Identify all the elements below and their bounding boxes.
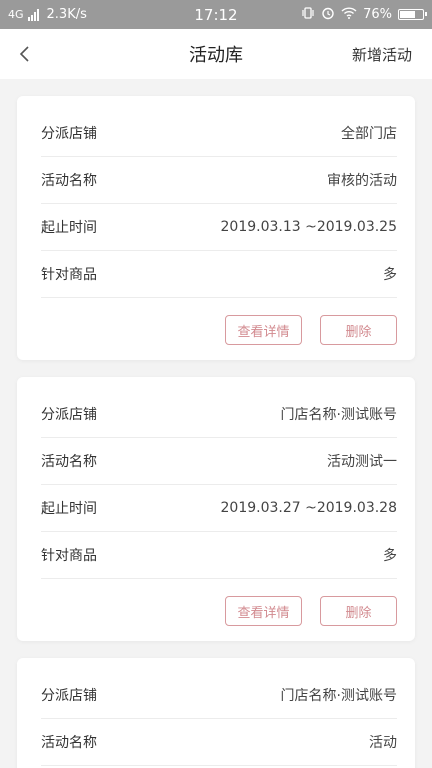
goods-row: 针对商品 多 [41, 250, 397, 298]
goods-row: 针对商品 多 [41, 531, 397, 579]
goods-value: 多 [383, 547, 397, 564]
name-row: 活动名称 活动测试一 [41, 437, 397, 485]
name-value: 活动测试一 [327, 453, 397, 470]
store-value: 门店名称·测试账号 [280, 687, 397, 704]
activity-list[interactable]: 分派店铺 全部门店 活动名称 审核的活动 起止时间 2019.03.13 ~20… [0, 79, 432, 768]
period-value: 2019.03.27 ~2019.03.28 [220, 499, 398, 516]
goods-label: 针对商品 [41, 547, 97, 564]
delete-button[interactable]: 删除 [320, 315, 397, 345]
name-label: 活动名称 [41, 453, 97, 470]
store-label: 分派店铺 [41, 125, 97, 142]
status-right: 76% [301, 0, 427, 29]
period-row: 起止时间 2019.03.27 ~2019.03.28 [41, 484, 397, 532]
nav-bar: 活动库 新增活动 [0, 29, 432, 79]
battery-icon [398, 9, 427, 20]
view-detail-button[interactable]: 查看详情 [225, 596, 302, 626]
vibrate-icon [301, 6, 315, 24]
battery-percent: 76% [363, 7, 392, 22]
add-activity-button[interactable]: 新增活动 [352, 29, 412, 79]
store-value: 门店名称·测试账号 [280, 406, 397, 423]
period-label: 起止时间 [41, 219, 97, 236]
name-value: 审核的活动 [327, 172, 397, 189]
store-row: 分派店铺 门店名称·测试账号 [41, 390, 397, 438]
name-label: 活动名称 [41, 734, 97, 751]
activity-card: 分派店铺 门店名称·测试账号 活动名称 活动测试一 起止时间 2019.03.2… [17, 377, 415, 641]
name-row: 活动名称 审核的活动 [41, 156, 397, 204]
period-row: 起止时间 2019.03.13 ~2019.03.25 [41, 203, 397, 251]
store-value: 全部门店 [341, 125, 397, 142]
status-bar: 4G 2.3K/s 17:12 76% [0, 0, 432, 29]
goods-label: 针对商品 [41, 266, 97, 283]
activity-card: 分派店铺 门店名称·测试账号 活动名称 活动 [17, 658, 415, 768]
alarm-icon [321, 6, 335, 24]
period-value: 2019.03.13 ~2019.03.25 [220, 218, 398, 235]
store-label: 分派店铺 [41, 406, 97, 423]
card-actions: 查看详情 删除 [225, 596, 397, 626]
name-value: 活动 [369, 734, 397, 751]
goods-value: 多 [383, 266, 397, 283]
view-detail-button[interactable]: 查看详情 [225, 315, 302, 345]
store-row: 分派店铺 全部门店 [41, 109, 397, 157]
period-label: 起止时间 [41, 500, 97, 517]
card-actions: 查看详情 删除 [225, 315, 397, 345]
wifi-icon [341, 6, 357, 23]
delete-button[interactable]: 删除 [320, 596, 397, 626]
activity-card: 分派店铺 全部门店 活动名称 审核的活动 起止时间 2019.03.13 ~20… [17, 96, 415, 360]
store-label: 分派店铺 [41, 687, 97, 704]
name-row: 活动名称 活动 [41, 718, 397, 766]
name-label: 活动名称 [41, 172, 97, 189]
store-row: 分派店铺 门店名称·测试账号 [41, 671, 397, 719]
